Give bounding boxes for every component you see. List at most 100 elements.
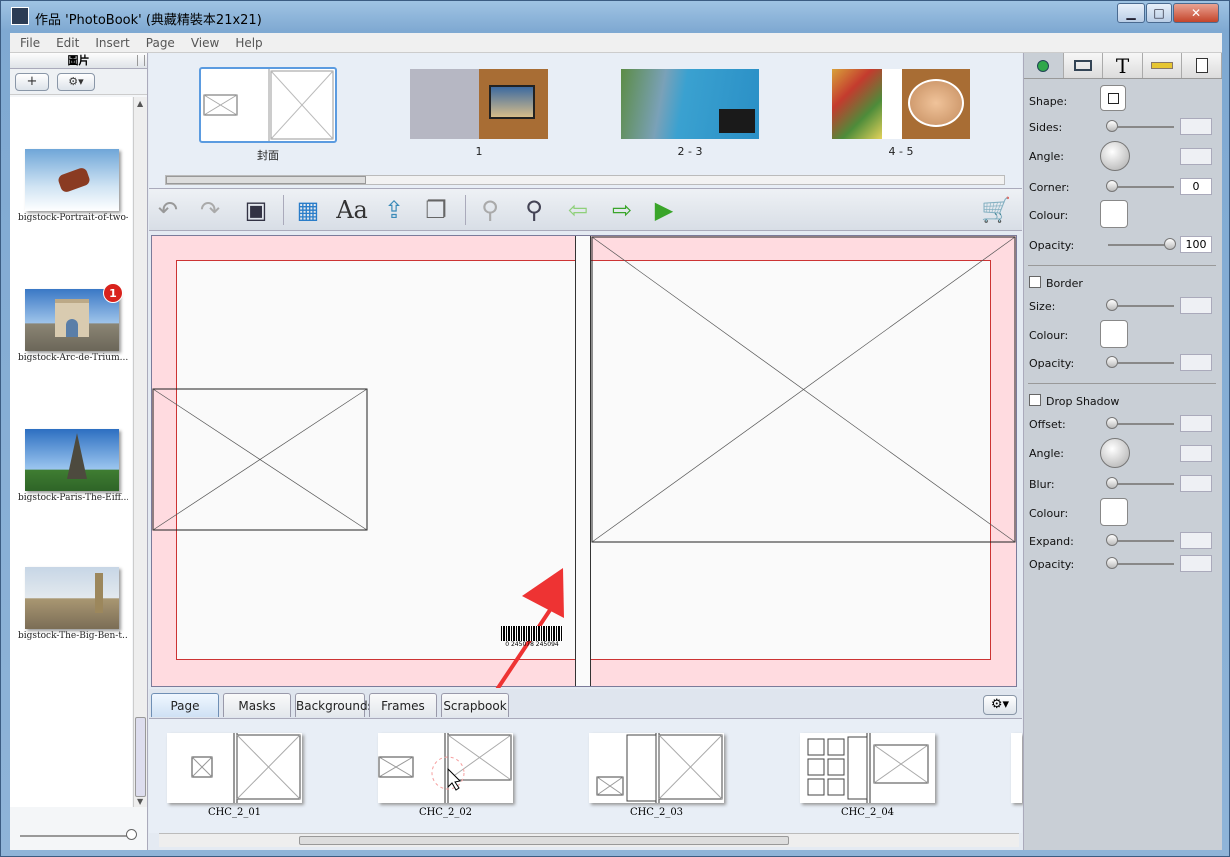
style-item[interactable]: CHC_2_04 <box>800 733 935 818</box>
menu-page[interactable]: Page <box>136 33 181 50</box>
tab-scrapbook[interactable]: Scrapbook <box>441 693 509 717</box>
styles-scrollbar[interactable] <box>159 833 1019 847</box>
tab-page-styles[interactable]: Page Styles <box>151 693 219 737</box>
page-thumb-1[interactable]: 1 <box>410 67 548 158</box>
menu-view[interactable]: View <box>181 33 225 50</box>
border-size-knob[interactable] <box>1106 299 1118 311</box>
photo-list: bigstock-Portrait-of-two-... 1 bigstock-… <box>10 97 132 807</box>
shape-tab-icon[interactable] <box>1024 53 1064 78</box>
sides-slider-knob[interactable] <box>1106 120 1118 132</box>
border-colour-swatch[interactable] <box>1100 320 1128 348</box>
page-label: 封面 <box>257 149 279 162</box>
editor-area: 封面 1 2 - 3 4 - 5 ↶ ↷ ▣ ▦ Aa ⇪ ❐ ⚲ ⚲ ⇦ ⇨ … <box>149 53 1022 850</box>
next-page-icon[interactable]: ⇨ <box>607 195 637 225</box>
shadow-colour-swatch[interactable] <box>1100 498 1128 526</box>
style-preview <box>807 733 929 803</box>
redo-icon[interactable]: ↷ <box>195 195 225 225</box>
style-item-partial[interactable] <box>1011 733 1022 803</box>
menu-file[interactable]: File <box>10 33 46 50</box>
shadow-opacity-input[interactable] <box>1180 555 1212 572</box>
shadow-opacity-knob[interactable] <box>1106 557 1118 569</box>
opacity-slider-knob[interactable] <box>1164 238 1176 250</box>
border-size-label: Size: <box>1029 300 1056 313</box>
shadow-angle-input[interactable] <box>1180 445 1212 462</box>
shape-picker-button[interactable] <box>1100 85 1126 111</box>
menu-bar: File Edit Insert Page View Help <box>10 33 1222 53</box>
corner-slider-knob[interactable] <box>1106 180 1118 192</box>
menu-edit[interactable]: Edit <box>46 33 85 50</box>
drop-shadow-checkbox[interactable] <box>1029 394 1041 406</box>
add-photo-button[interactable]: + <box>15 73 49 91</box>
text-tab-icon[interactable]: T <box>1103 53 1143 78</box>
tab-frames[interactable]: Frames <box>369 693 437 717</box>
frame-tab-icon[interactable] <box>1064 53 1104 78</box>
thumbnail-size-slider[interactable] <box>20 835 135 837</box>
angle-dial[interactable] <box>1100 141 1130 171</box>
cart-icon[interactable]: 🛒 <box>981 195 1011 225</box>
border-label: Border <box>1046 277 1083 290</box>
zoom-in-icon[interactable]: ⚲ <box>519 195 549 225</box>
offset-input[interactable] <box>1180 415 1212 432</box>
page-tab-icon[interactable] <box>1182 53 1222 78</box>
photo-item[interactable]: bigstock-The-Big-Ben-t... <box>18 567 128 641</box>
save-icon[interactable]: ▣ <box>241 195 271 225</box>
undo-icon[interactable]: ↶ <box>153 195 183 225</box>
scrollbar-thumb[interactable] <box>166 176 366 184</box>
page-thumb-cover[interactable]: 封面 <box>199 67 337 162</box>
photo-item[interactable]: bigstock-Paris-The-Eiff... <box>18 429 128 503</box>
tab-masks[interactable]: Masks <box>223 693 291 717</box>
photo-thumbnail <box>25 567 119 629</box>
opacity-input[interactable]: 100 <box>1180 236 1212 253</box>
expand-knob[interactable] <box>1106 534 1118 546</box>
window-title: 作品 'PhotoBook' (典藏精裝本21x21) <box>35 13 262 28</box>
border-opacity-input[interactable] <box>1180 354 1212 371</box>
style-item[interactable]: CHC_2_01 <box>167 733 302 818</box>
corner-input[interactable]: 0 <box>1180 178 1212 195</box>
photo-list-scrollbar[interactable]: ▲ ▼ <box>133 97 147 807</box>
zoom-out-icon[interactable]: ⚲ <box>475 195 505 225</box>
blur-input[interactable] <box>1180 475 1212 492</box>
menu-help[interactable]: Help <box>225 33 268 50</box>
sides-input[interactable] <box>1180 118 1212 135</box>
photo-item[interactable]: bigstock-Portrait-of-two-... <box>18 149 128 223</box>
expand-input[interactable] <box>1180 532 1212 549</box>
border-checkbox[interactable] <box>1029 276 1041 288</box>
scroll-down-icon[interactable]: ▼ <box>137 797 143 806</box>
border-opacity-knob[interactable] <box>1106 356 1118 368</box>
style-item[interactable]: CHC_2_03 <box>589 733 724 818</box>
page-thumb-2-3[interactable]: 2 - 3 <box>621 67 759 158</box>
panel-grip-icon[interactable] <box>137 55 145 66</box>
style-item[interactable]: CHC_2_02 <box>378 733 513 818</box>
page-thumb-4-5[interactable]: 4 - 5 <box>832 67 970 158</box>
angle-input[interactable] <box>1180 148 1212 165</box>
pages-icon[interactable]: ❐ <box>421 195 451 225</box>
photo-thumbnail <box>25 149 119 211</box>
previous-page-icon[interactable]: ⇦ <box>563 195 593 225</box>
minimize-button[interactable]: ▁ <box>1117 3 1145 23</box>
thumbnail-size-knob[interactable] <box>126 829 137 840</box>
tab-backgrounds[interactable]: Backgrounds <box>295 693 374 717</box>
menu-insert[interactable]: Insert <box>85 33 135 50</box>
offset-knob[interactable] <box>1106 417 1118 429</box>
page-strip-scrollbar[interactable] <box>165 175 1005 185</box>
preview-play-icon[interactable]: ▶ <box>649 195 679 225</box>
close-button[interactable]: ✕ <box>1173 3 1219 23</box>
photo-panel-title: 圖片 <box>67 54 90 67</box>
add-image-icon[interactable]: ▦ <box>293 195 323 225</box>
import-icon[interactable]: ⇪ <box>379 195 409 225</box>
page-label: 4 - 5 <box>888 145 914 158</box>
maximize-button[interactable]: □ <box>1146 3 1172 23</box>
shadow-angle-dial[interactable] <box>1100 438 1130 468</box>
border-size-input[interactable] <box>1180 297 1212 314</box>
blur-knob[interactable] <box>1106 477 1118 489</box>
scroll-up-icon[interactable]: ▲ <box>137 99 143 108</box>
page-canvas[interactable]: 0 245078 245094 <box>151 235 1017 688</box>
photo-options-gear-button[interactable]: ⚙▾ <box>57 73 95 91</box>
add-text-icon[interactable]: Aa <box>336 195 368 225</box>
ruler-tab-icon[interactable] <box>1143 53 1183 78</box>
scrollbar-thumb[interactable] <box>299 836 789 845</box>
photo-item[interactable]: 1 bigstock-Arc-de-Trium... <box>18 283 128 363</box>
colour-swatch[interactable] <box>1100 200 1128 228</box>
scrollbar-thumb[interactable] <box>135 717 146 797</box>
library-gear-button[interactable]: ⚙▾ <box>983 695 1017 715</box>
